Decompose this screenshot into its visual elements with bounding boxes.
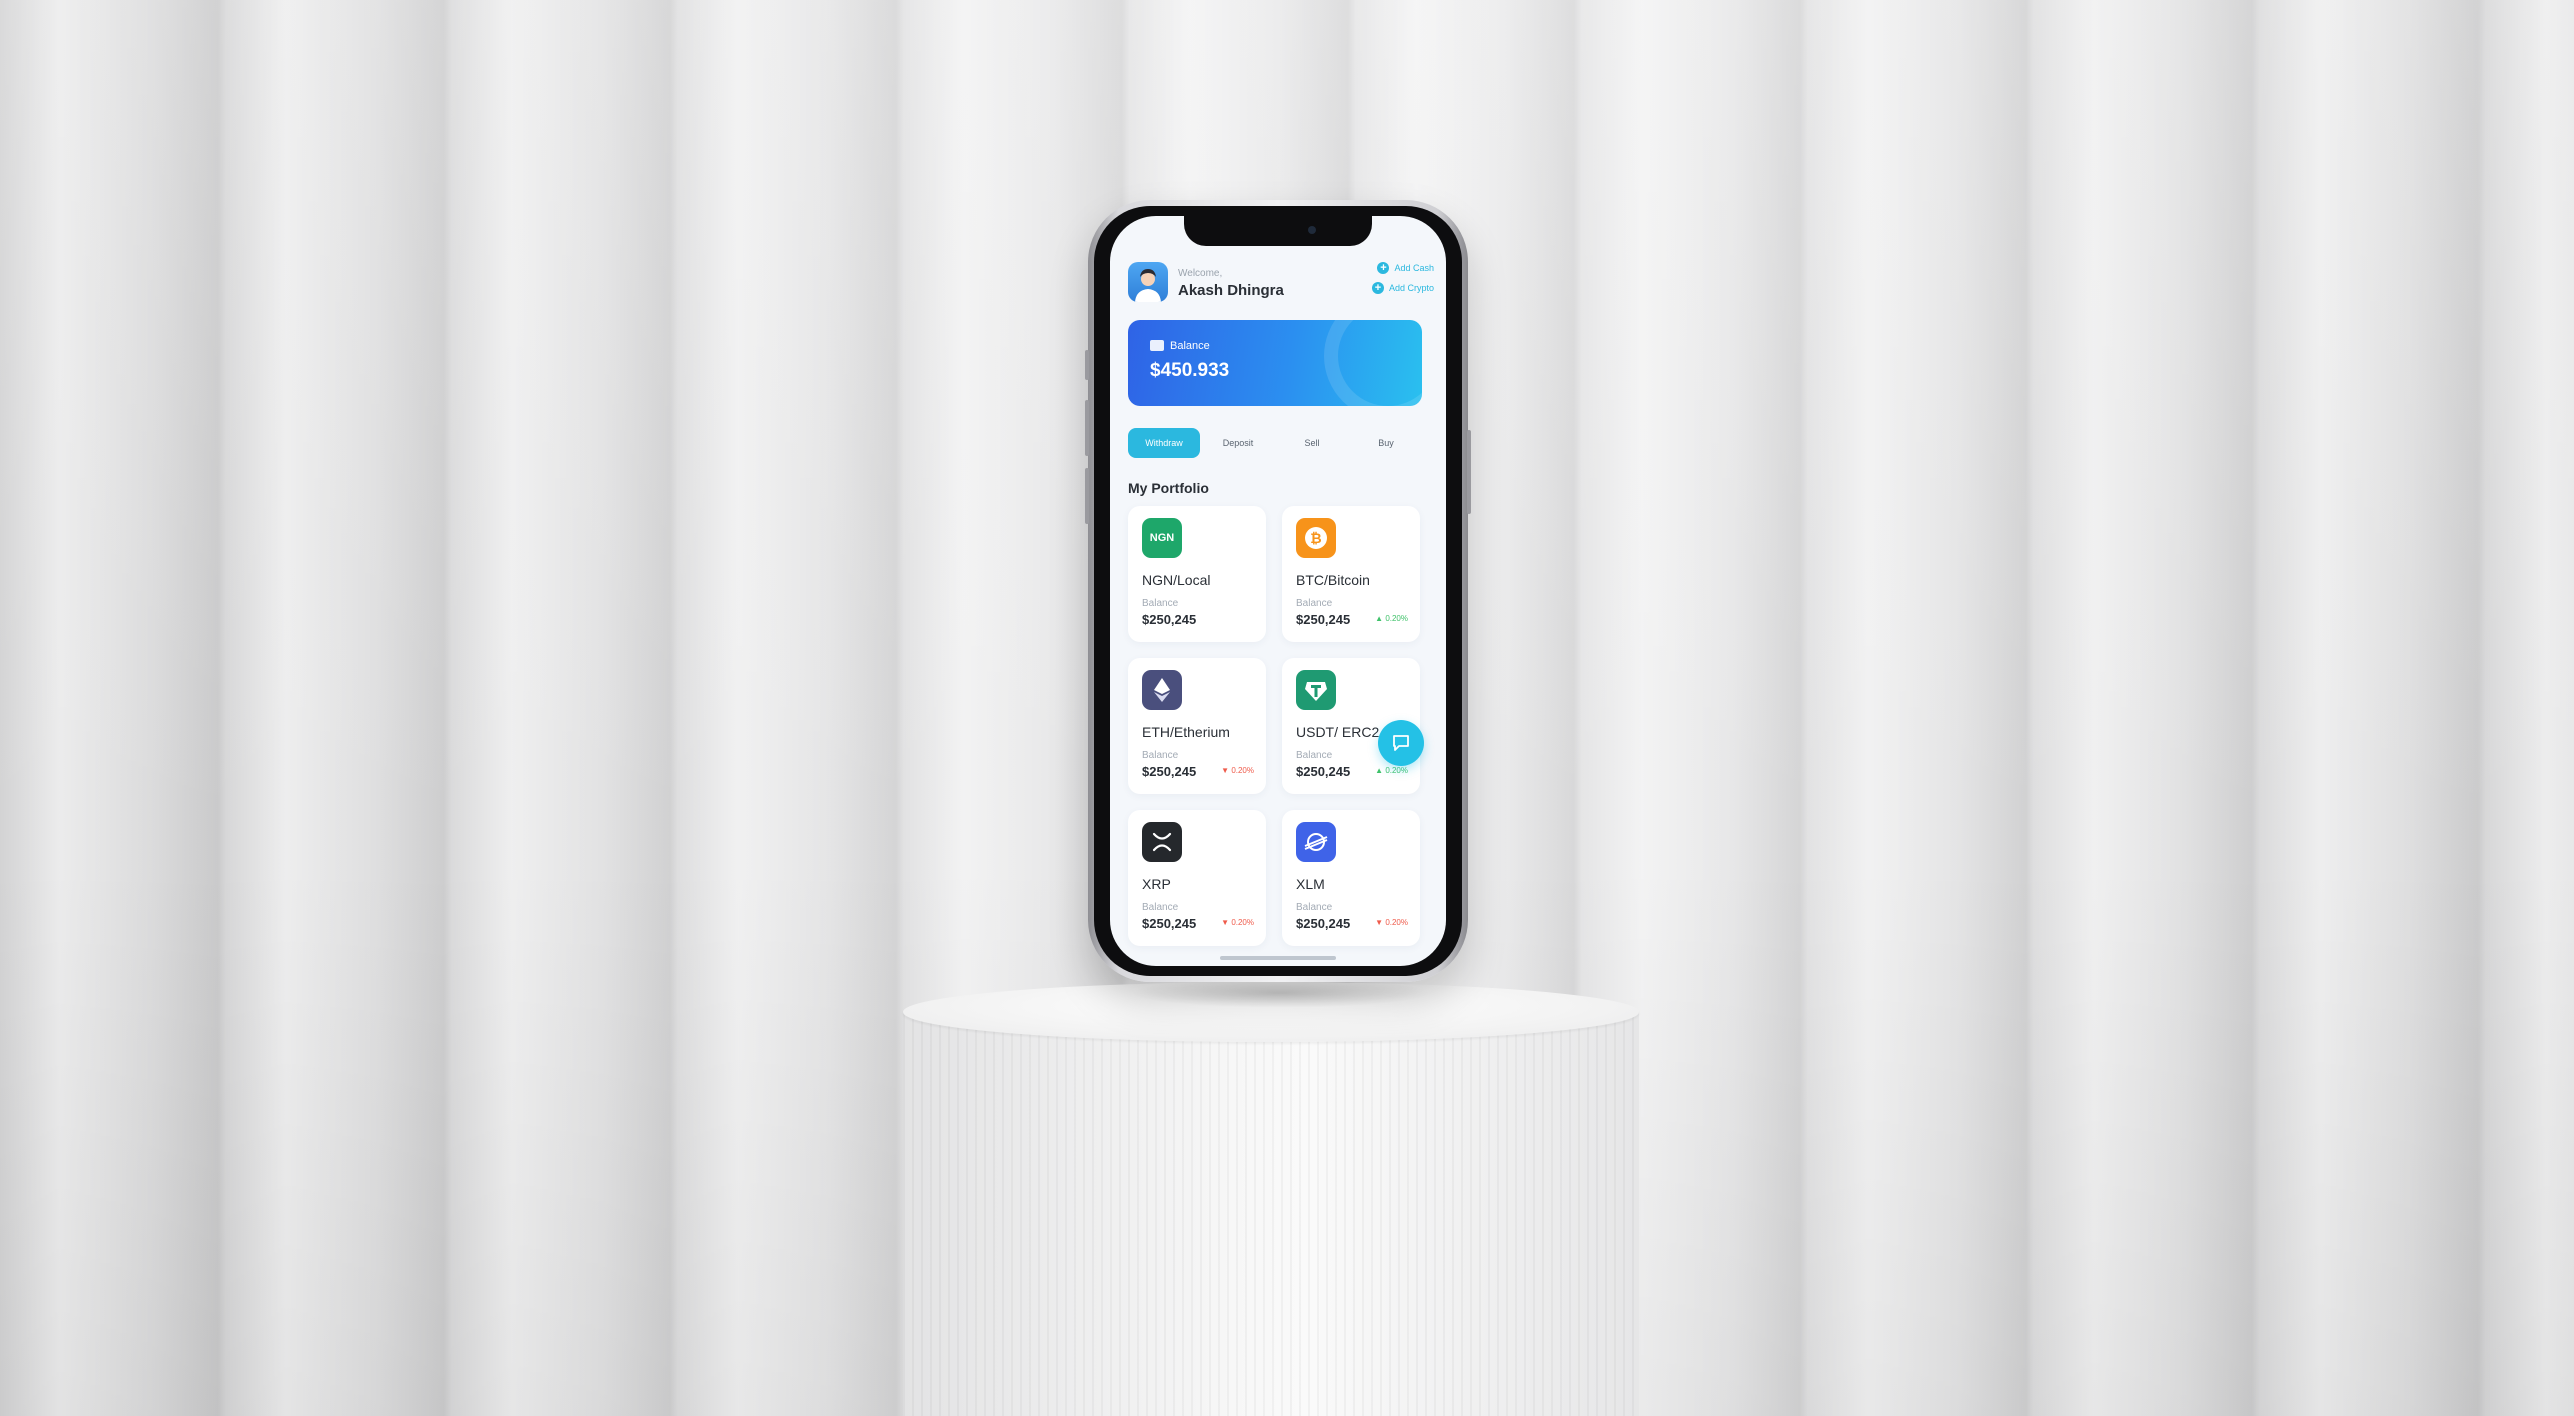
app-screen: Welcome, Akash Dhingra + Add Cash + Add … <box>1110 216 1446 966</box>
portfolio-card-xlm[interactable]: XLM Balance $250,245 ▼ 0.20% <box>1282 810 1420 946</box>
balance-label: Balance <box>1296 750 1333 761</box>
balance-label: Balance <box>1296 902 1333 913</box>
coin-name: NGN/Local <box>1142 572 1211 588</box>
user-avatar-icon <box>1135 269 1161 302</box>
chat-button[interactable] <box>1378 720 1424 766</box>
volume-down-button <box>1085 468 1089 524</box>
price-change: ▼ 0.20% <box>1375 918 1408 927</box>
decorative-ring <box>1324 320 1422 406</box>
balance-label: Balance <box>1142 750 1179 761</box>
portfolio-card-btc[interactable]: ₿ BTC/Bitcoin Balance $250,245 ▲ 0.20% <box>1282 506 1420 642</box>
mute-switch <box>1085 350 1089 380</box>
add-cash-link[interactable]: + Add Cash <box>1377 262 1434 274</box>
deposit-button[interactable]: Deposit <box>1202 428 1274 458</box>
add-cash-label: Add Cash <box>1394 263 1434 273</box>
avatar[interactable] <box>1128 262 1168 302</box>
balance-value: $250,245 <box>1296 916 1351 931</box>
balance-card[interactable]: Balance $450.933 <box>1128 320 1422 406</box>
balance-label: Balance <box>1170 340 1210 352</box>
power-button <box>1467 430 1471 514</box>
balance-value: $250,245 <box>1142 612 1197 627</box>
price-change: ▲ 0.20% <box>1375 614 1408 623</box>
svg-text:₿: ₿ <box>1310 531 1321 547</box>
sell-button[interactable]: Sell <box>1276 428 1348 458</box>
portfolio-card-xrp[interactable]: XRP Balance $250,245 ▼ 0.20% <box>1128 810 1266 946</box>
coin-name: BTC/Bitcoin <box>1296 572 1370 588</box>
ethereum-icon <box>1142 670 1182 710</box>
balance-value: $450.933 <box>1150 360 1230 381</box>
balance-value: $250,245 <box>1142 764 1197 779</box>
phone-shadow <box>1130 978 1430 1008</box>
notch <box>1184 216 1372 246</box>
balance-value: $250,245 <box>1296 764 1351 779</box>
app-header: Welcome, Akash Dhingra + Add Cash + Add … <box>1128 260 1434 310</box>
phone-mockup: Welcome, Akash Dhingra + Add Cash + Add … <box>1085 200 1471 982</box>
price-change: ▼ 0.20% <box>1221 918 1254 927</box>
camera-icon <box>1308 226 1316 234</box>
balance-value: $250,245 <box>1296 612 1351 627</box>
balance-label: Balance <box>1142 598 1179 609</box>
pedestal <box>903 1012 1639 1416</box>
coin-name: XLM <box>1296 876 1325 892</box>
portfolio-card-eth[interactable]: ETH/Etherium Balance $250,245 ▼ 0.20% <box>1128 658 1266 794</box>
portfolio-card-ngn[interactable]: NGN NGN/Local Balance $250,245 <box>1128 506 1266 642</box>
xrp-icon <box>1142 822 1182 862</box>
balance-label: Balance <box>1296 598 1333 609</box>
buy-button[interactable]: Buy <box>1350 428 1422 458</box>
action-tabs: Withdraw Deposit Sell Buy <box>1128 426 1422 460</box>
withdraw-button[interactable]: Withdraw <box>1128 428 1200 458</box>
chat-icon <box>1393 735 1409 751</box>
volume-up-button <box>1085 400 1089 456</box>
wallet-icon <box>1150 340 1164 351</box>
home-indicator[interactable] <box>1220 956 1336 960</box>
balance-label: Balance <box>1142 902 1179 913</box>
add-crypto-link[interactable]: + Add Crypto <box>1371 282 1434 294</box>
coin-name: ETH/Etherium <box>1142 724 1230 740</box>
tether-icon <box>1296 670 1336 710</box>
price-change: ▼ 0.20% <box>1221 766 1254 775</box>
coin-name: XRP <box>1142 876 1171 892</box>
price-change: ▲ 0.20% <box>1375 766 1408 775</box>
welcome-text: Welcome, <box>1178 268 1223 279</box>
user-name: Akash Dhingra <box>1178 282 1284 299</box>
stellar-icon <box>1296 822 1336 862</box>
balance-value: $250,245 <box>1142 916 1197 931</box>
add-crypto-label: Add Crypto <box>1388 283 1434 293</box>
plus-icon: + <box>1377 262 1390 274</box>
coin-name: USDT/ ERC2 <box>1296 724 1380 740</box>
plus-icon: + <box>1371 282 1384 294</box>
portfolio-title: My Portfolio <box>1128 480 1209 496</box>
ngn-icon: NGN <box>1142 518 1182 558</box>
bitcoin-icon: ₿ <box>1296 518 1336 558</box>
